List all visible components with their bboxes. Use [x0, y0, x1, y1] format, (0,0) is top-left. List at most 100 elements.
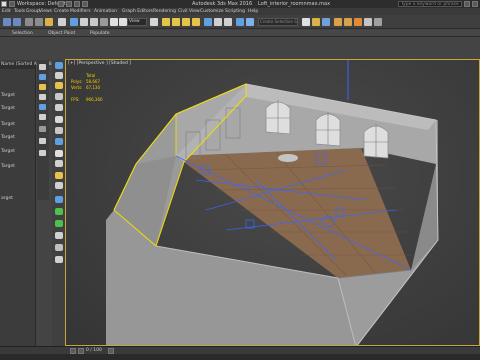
pivot-center-icon[interactable]	[150, 18, 158, 26]
undo-button-icon[interactable]	[3, 18, 11, 26]
menu-item-customize[interactable]: Customize	[200, 9, 224, 14]
display-xrefs-icon[interactable]	[39, 138, 46, 144]
freeze-icon[interactable]	[55, 244, 63, 251]
menu-item-views[interactable]: Views	[39, 9, 52, 14]
undo-icon[interactable]	[9, 1, 15, 7]
select-object-icon[interactable]	[70, 18, 78, 26]
display-groups-icon[interactable]	[39, 126, 46, 132]
save-file-icon[interactable]	[74, 1, 80, 7]
open-file-icon[interactable]	[66, 1, 72, 7]
display-lights-icon[interactable]	[39, 84, 46, 90]
spinner-snap-icon[interactable]	[192, 18, 200, 26]
menu-item-create[interactable]: Create	[54, 9, 69, 14]
command-panel-create-icon[interactable]	[55, 62, 63, 69]
list-item[interactable]: Target	[0, 164, 15, 171]
active-shade-icon[interactable]	[374, 18, 382, 26]
tab-populate[interactable]: Populate	[90, 31, 110, 36]
menu-item-graph-editors[interactable]: Graph Editors	[122, 9, 153, 14]
redo-button-icon[interactable]	[13, 18, 21, 26]
display-cameras-icon[interactable]	[39, 94, 46, 100]
render-setup-icon[interactable]	[334, 18, 342, 26]
material-editor-icon[interactable]	[322, 18, 330, 26]
lights-icon[interactable]	[55, 150, 63, 157]
layer-explorer-icon[interactable]	[236, 18, 244, 26]
percent-snap-icon[interactable]	[182, 18, 190, 26]
window-crossing-icon[interactable]	[100, 18, 108, 26]
list-item[interactable]: Target	[0, 149, 15, 156]
asset-tracking-icon[interactable]	[55, 220, 63, 227]
link-icon[interactable]	[25, 18, 33, 26]
align-icon[interactable]	[224, 18, 232, 26]
stats-polys-value: 58,667	[86, 79, 100, 84]
layer-manager-icon[interactable]	[55, 208, 63, 215]
menu-item-rendering[interactable]: Rendering	[153, 9, 176, 14]
file-name: Loft_interior_roomnmax.max	[258, 1, 331, 7]
rectangular-selection-icon[interactable]	[90, 18, 98, 26]
scene-render[interactable]	[66, 60, 480, 346]
tab-selection[interactable]: Selection	[12, 31, 33, 36]
menu-item-help[interactable]: Help	[248, 9, 258, 14]
search-input[interactable]: Type a keyword or phrase	[398, 1, 462, 7]
move-icon[interactable]	[110, 18, 118, 26]
menu-item-modifiers[interactable]: Modifiers	[70, 9, 91, 14]
bind-space-warp-icon[interactable]	[45, 18, 53, 26]
menu-item-animation[interactable]: Animation	[94, 9, 117, 14]
schematic-view-icon[interactable]	[312, 18, 320, 26]
toggle-ribbon-icon[interactable]	[246, 18, 254, 26]
display-helpers-icon[interactable]	[39, 104, 46, 110]
menu-item-group[interactable]: Group	[26, 9, 40, 14]
menu-item-edit[interactable]: Edit	[2, 9, 11, 14]
named-selection-set-dropdown[interactable]: Create Selection Se	[258, 18, 298, 26]
list-item[interactable]: arget	[0, 196, 13, 203]
display-icon[interactable]	[55, 104, 63, 111]
menu-item-tools[interactable]: Tools	[14, 9, 25, 14]
stats-verts-label: Verts:	[71, 85, 83, 90]
hierarchy-icon[interactable]	[55, 82, 63, 89]
explorer-header[interactable]: Name (Sorted Ascending)	[0, 62, 59, 69]
new-file-icon[interactable]	[58, 1, 64, 7]
display-geometry-icon[interactable]	[39, 64, 46, 70]
isolate-selection-icon[interactable]	[55, 232, 63, 239]
mirror-icon[interactable]	[214, 18, 222, 26]
list-item[interactable]: Target	[0, 122, 15, 129]
angle-snap-icon[interactable]	[172, 18, 180, 26]
rendered-frame-window-icon[interactable]	[344, 18, 352, 26]
reference-coordinate-dropdown[interactable]: View	[127, 18, 147, 26]
list-item[interactable]: Target	[0, 135, 15, 142]
select-by-name-icon[interactable]	[80, 18, 88, 26]
display-spacewarps-icon[interactable]	[39, 114, 46, 120]
utilities-icon[interactable]	[55, 116, 63, 123]
unlink-icon[interactable]	[35, 18, 43, 26]
list-item[interactable]: Target	[0, 93, 15, 100]
time-slider[interactable]: 0 / 100	[0, 346, 480, 354]
menu-item-scripting[interactable]: Scripting	[225, 9, 245, 14]
title-bar: Workspace: Default Autodesk 3ds Max 2016…	[0, 0, 480, 8]
render-iterative-icon[interactable]	[364, 18, 372, 26]
space-warps-icon[interactable]	[55, 182, 63, 189]
systems-icon[interactable]	[55, 196, 63, 203]
curve-editor-icon[interactable]	[302, 18, 310, 26]
shapes-icon[interactable]	[55, 138, 63, 145]
cameras-icon[interactable]	[55, 160, 63, 167]
geometry-icon[interactable]	[55, 127, 63, 134]
menu-item-civil-view[interactable]: Civil View	[178, 9, 200, 14]
help-icon[interactable]	[464, 1, 470, 7]
edit-named-selection-icon[interactable]	[204, 18, 212, 26]
tab-object-paint[interactable]: Object Paint	[48, 31, 75, 36]
perspective-viewport[interactable]: [+] [Perspective ] [Shaded ] Total Polys…	[65, 59, 480, 346]
app-logo-icon[interactable]	[1, 1, 7, 7]
minimize-icon[interactable]	[472, 1, 478, 7]
rotate-icon[interactable]	[119, 18, 127, 26]
helpers-icon[interactable]	[55, 172, 63, 179]
hide-icon[interactable]	[55, 256, 63, 263]
display-bones-icon[interactable]	[39, 150, 46, 156]
select-filter-icon[interactable]	[58, 18, 66, 26]
viewport-label-menu[interactable]: [+] [Perspective ] [Shaded ]	[68, 61, 131, 66]
snap-toggle-icon[interactable]	[162, 18, 170, 26]
display-shapes-icon[interactable]	[39, 74, 46, 80]
list-item[interactable]: Target	[0, 106, 15, 113]
redo-icon[interactable]	[82, 1, 88, 7]
modify-icon[interactable]	[55, 72, 63, 79]
render-production-icon[interactable]	[354, 18, 362, 26]
motion-icon[interactable]	[55, 93, 63, 100]
